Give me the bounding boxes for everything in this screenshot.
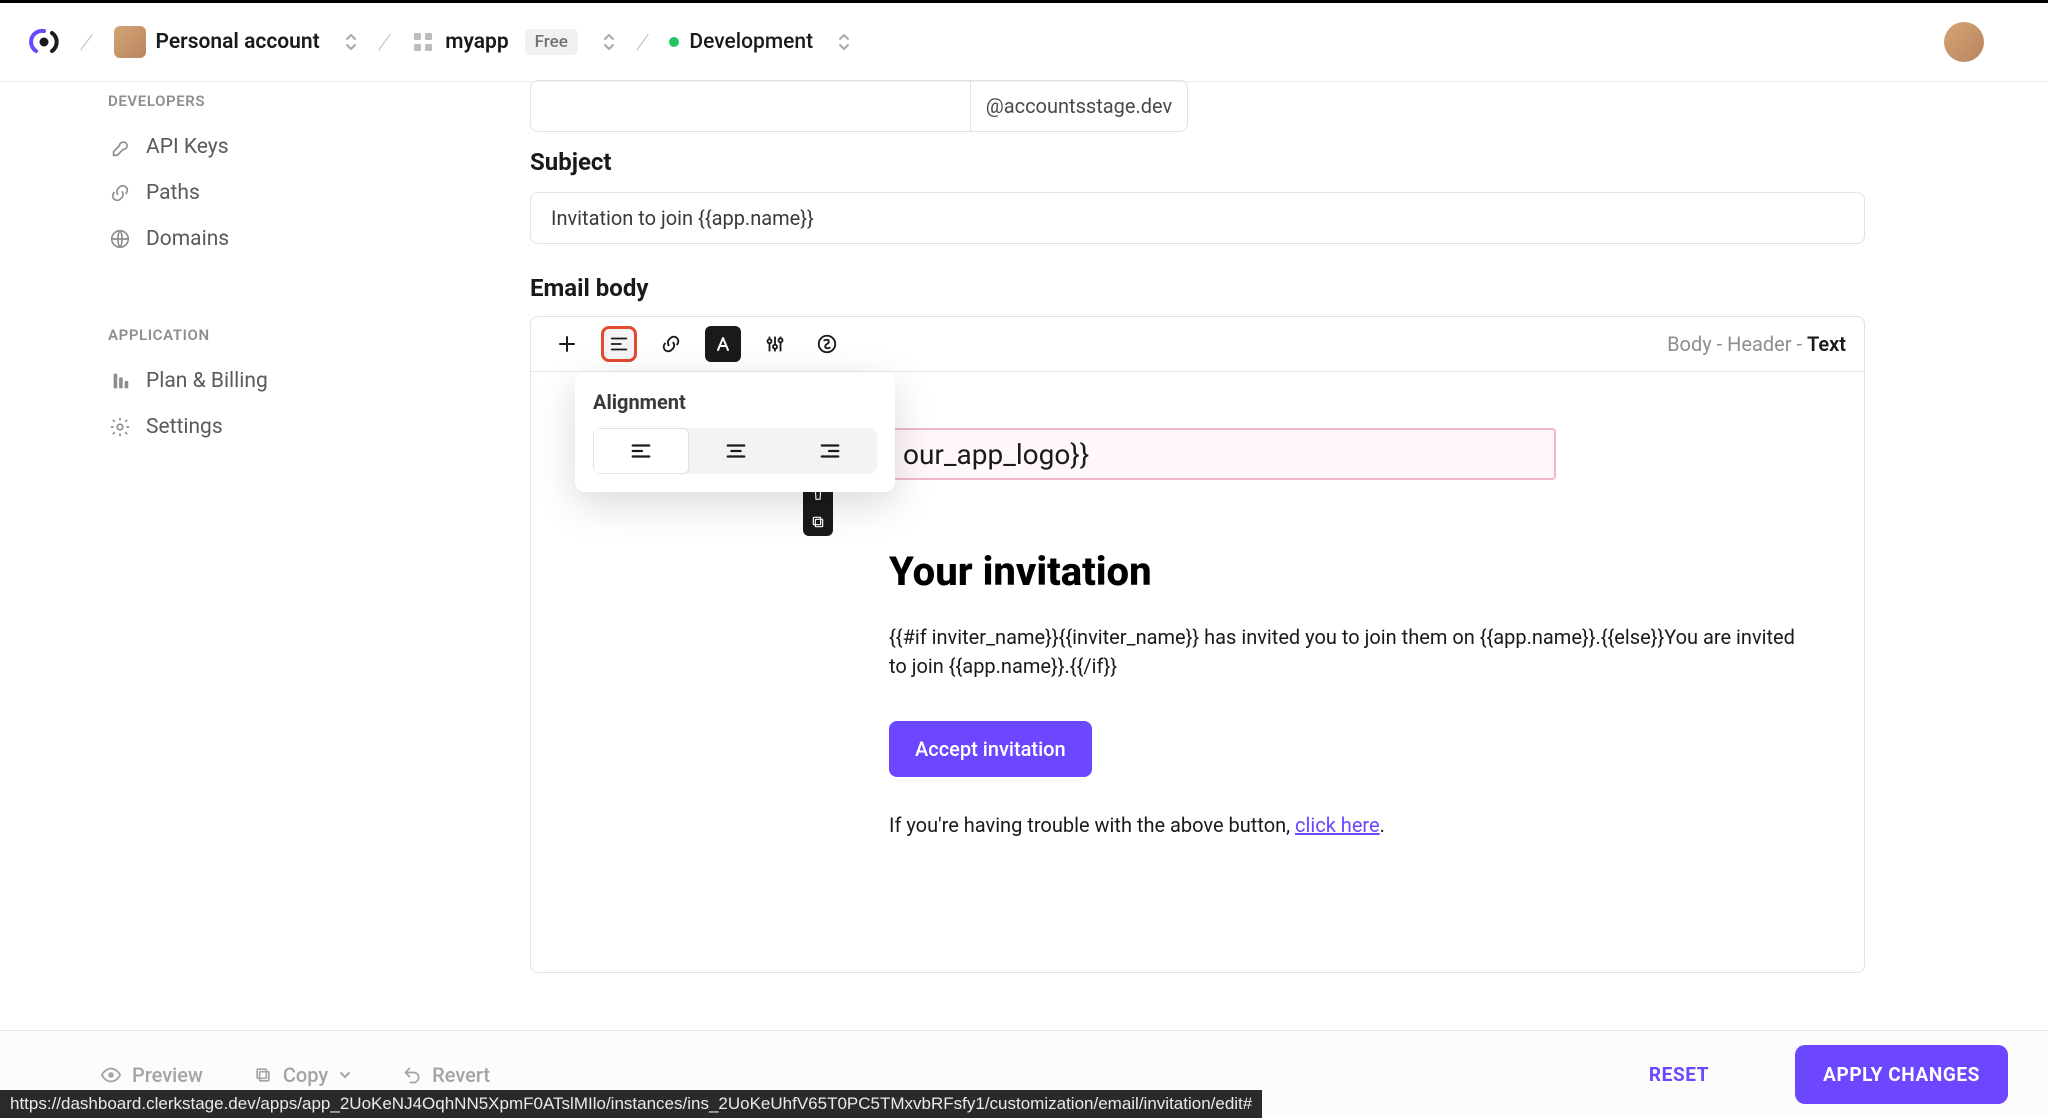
toolbar-text-style-button[interactable] (705, 326, 741, 362)
breadcrumb-current: Text (1807, 332, 1846, 356)
preview-label: Preview (132, 1063, 203, 1087)
alignment-options (593, 428, 877, 474)
sidebar-item-paths[interactable]: Paths (108, 170, 356, 216)
trouble-link[interactable]: click here (1295, 813, 1380, 837)
breadcrumb-separator: / (368, 25, 400, 59)
chevron-updown-icon (344, 32, 358, 52)
sidebar-item-domains[interactable]: Domains (108, 216, 356, 262)
brand-logo-icon[interactable] (28, 26, 60, 58)
alignment-popover: Alignment (575, 372, 895, 492)
sidebar-item-plan-billing[interactable]: Plan & Billing (108, 358, 356, 404)
main-content: @accountsstage.dev Subject Invitation to… (430, 82, 2048, 1018)
toolbar-add-button[interactable] (549, 326, 585, 362)
browser-status-url: https://dashboard.clerkstage.dev/apps/ap… (0, 1090, 1262, 1118)
plan-badge: Free (525, 29, 578, 55)
chevron-updown-icon (602, 32, 616, 52)
sidebar-section-application: APPLICATION (108, 326, 356, 344)
email-body-editor: Body - Header - Text Alignment (530, 316, 1865, 973)
sidebar-item-label: Plan & Billing (146, 369, 268, 393)
eye-icon (100, 1064, 122, 1086)
account-selector[interactable]: Personal account (114, 26, 358, 58)
align-center-button[interactable] (689, 428, 783, 474)
preview-button[interactable]: Preview (100, 1063, 203, 1087)
link-icon (108, 181, 132, 205)
apply-changes-button[interactable]: APPLY CHANGES (1795, 1045, 2008, 1104)
account-label: Personal account (156, 30, 320, 54)
sidebar-item-label: Settings (146, 415, 223, 439)
env-status-dot-icon (669, 37, 679, 47)
body-label: Email body (530, 274, 1948, 302)
sidebar-item-api-keys[interactable]: API Keys (108, 124, 356, 170)
globe-icon (108, 227, 132, 251)
sidebar: DEVELOPERS API Keys Paths Domains APPLIC… (0, 82, 380, 450)
editor-toolbar: Body - Header - Text Alignment (531, 317, 1864, 372)
app-selector[interactable]: myapp Free (411, 29, 616, 55)
key-icon (108, 135, 132, 159)
copy-icon (253, 1065, 273, 1085)
sidebar-item-label: Domains (146, 227, 229, 251)
breadcrumb-separator: / (627, 25, 659, 59)
sidebar-section-developers: DEVELOPERS (108, 92, 356, 110)
undo-icon (402, 1065, 422, 1085)
subject-value: Invitation to join {{app.name}} (551, 206, 814, 230)
toolbar-sliders-button[interactable] (757, 326, 793, 362)
env-selector[interactable]: Development (669, 30, 851, 54)
email-local-input[interactable] (531, 81, 971, 131)
account-avatar-icon (114, 26, 146, 58)
reset-button[interactable]: RESET (1649, 1063, 1709, 1086)
sidebar-item-label: Paths (146, 181, 200, 205)
revert-button[interactable]: Revert (402, 1063, 490, 1087)
sidebar-item-settings[interactable]: Settings (108, 404, 356, 450)
breadcrumb-separator: / (71, 25, 103, 59)
revert-label: Revert (432, 1063, 490, 1087)
email-preview-content: Your invitation {{#if inviter_name}}{{in… (889, 548, 1806, 837)
email-paragraph[interactable]: {{#if inviter_name}}{{inviter_name}} has… (889, 623, 1806, 681)
billing-icon (108, 369, 132, 393)
email-heading[interactable]: Your invitation (889, 548, 1806, 595)
env-name-label: Development (689, 30, 813, 54)
chevron-updown-icon (837, 32, 851, 52)
email-domain-input-group: @accountsstage.dev (530, 80, 1188, 132)
email-trouble-line[interactable]: If you're having trouble with the above … (889, 813, 1806, 837)
app-name-label: myapp (445, 30, 508, 54)
app-grid-icon (411, 30, 435, 54)
subject-input[interactable]: Invitation to join {{app.name}} (530, 192, 1865, 244)
breadcrumb-part[interactable]: Body (1667, 332, 1712, 356)
toolbar-link-button[interactable] (653, 326, 689, 362)
popover-title: Alignment (593, 390, 877, 414)
copy-label: Copy (283, 1063, 328, 1087)
footer-left: Preview Copy Revert (100, 1063, 490, 1087)
header-bar: / Personal account / myapp Free / Develo… (0, 0, 2048, 82)
duplicate-block-icon[interactable] (810, 514, 826, 530)
copy-button[interactable]: Copy (253, 1063, 352, 1087)
editor-breadcrumb: Body - Header - Text (1667, 332, 1846, 356)
align-left-button[interactable] (593, 428, 689, 474)
user-avatar[interactable] (1944, 22, 1984, 62)
subject-label: Subject (530, 148, 1948, 176)
align-right-button[interactable] (783, 428, 877, 474)
gear-icon (108, 415, 132, 439)
logo-placeholder-block[interactable]: our_app_logo}} (831, 428, 1556, 480)
toolbar-alignment-button[interactable] (601, 326, 637, 362)
toolbar-variable-button[interactable] (809, 326, 845, 362)
email-domain-suffix: @accountsstage.dev (971, 81, 1187, 131)
accept-invitation-button[interactable]: Accept invitation (889, 721, 1092, 777)
breadcrumb-part[interactable]: Header (1727, 332, 1791, 356)
trouble-suffix: . (1380, 813, 1385, 837)
sidebar-item-label: API Keys (146, 135, 229, 159)
logo-placeholder-text: our_app_logo}} (903, 438, 1089, 471)
chevron-down-icon (338, 1068, 352, 1082)
trouble-prefix: If you're having trouble with the above … (889, 813, 1295, 837)
